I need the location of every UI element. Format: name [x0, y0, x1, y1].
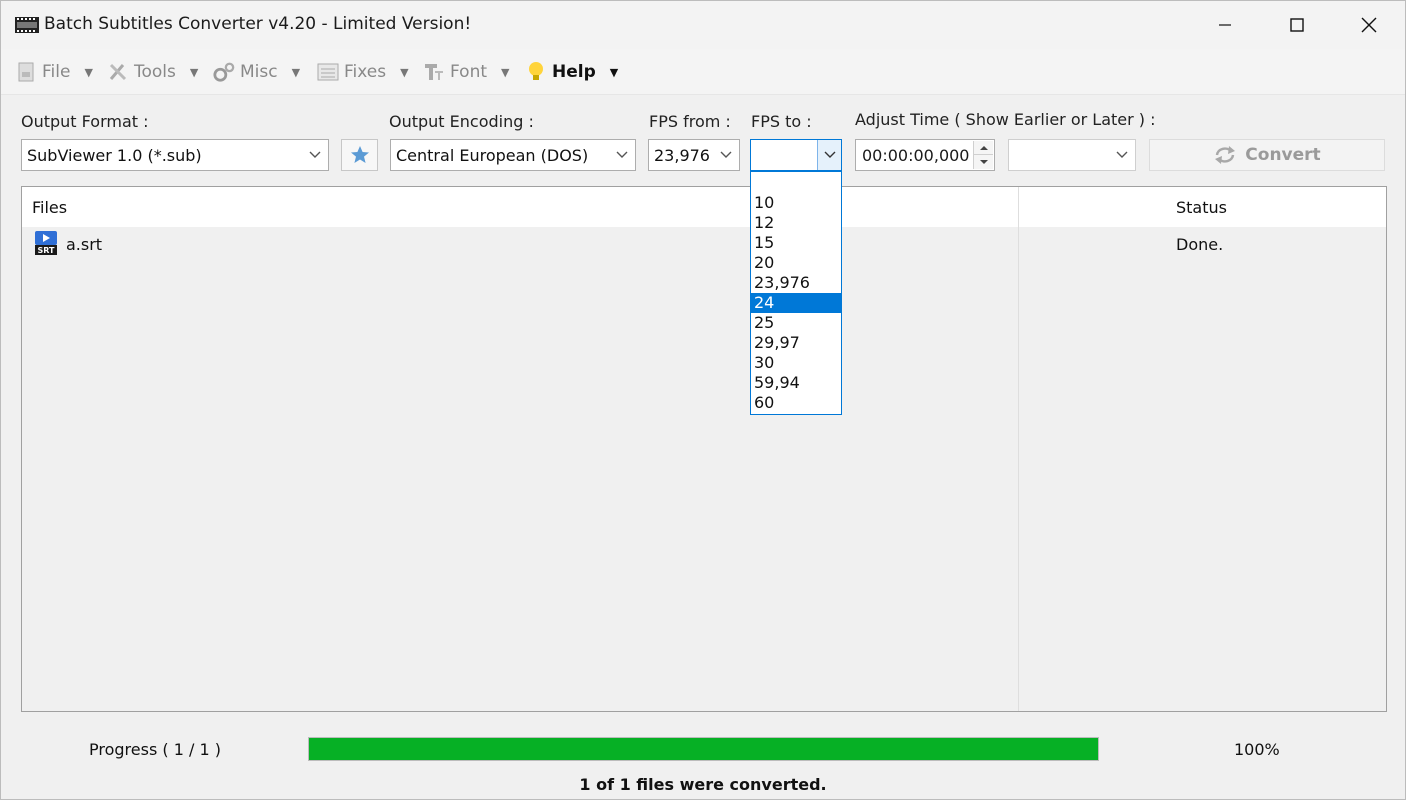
title-bar: Batch Subtitles Converter v4.20 - Limite…: [1, 1, 1405, 49]
menu-fixes-label: Fixes: [344, 62, 387, 82]
convert-arrows-icon: [1213, 145, 1237, 165]
menu-tools[interactable]: Tools ▼: [107, 59, 198, 85]
menu-misc-label: Misc: [240, 62, 278, 82]
window-title: Batch Subtitles Converter v4.20 - Limite…: [44, 14, 472, 34]
maximize-icon: [1290, 18, 1304, 32]
spin-buttons: [973, 141, 993, 169]
adjust-time-label: Adjust Time ( Show Earlier or Later ) :: [855, 110, 1156, 129]
progress-percent: 100%: [1234, 740, 1280, 759]
fps-from-select[interactable]: 23,976: [648, 139, 740, 171]
spin-up-button[interactable]: [974, 141, 993, 155]
menu-bar: File ▼ Tools ▼ Misc ▼ Fixes ▼ Font ▼ Hel…: [1, 49, 1405, 95]
output-encoding-label: Output Encoding :: [389, 112, 534, 131]
film-strip-icon: [15, 17, 39, 33]
menu-misc[interactable]: Misc ▼: [213, 59, 300, 85]
chevron-down-icon: ▼: [189, 65, 199, 79]
file-name: a.srt: [66, 235, 103, 254]
fps-option[interactable]: 15: [751, 233, 841, 253]
spin-down-button[interactable]: [974, 155, 993, 169]
column-header-files[interactable]: Files: [32, 198, 67, 217]
fps-option[interactable]: 60: [751, 393, 841, 413]
minimize-button[interactable]: [1189, 1, 1261, 49]
chevron-down-icon: ▼: [84, 65, 93, 79]
adjust-time-unit-select[interactable]: [1008, 139, 1136, 171]
font-icon: [423, 61, 445, 83]
output-encoding-value: Central European (DOS): [396, 145, 589, 165]
progress-bar: [308, 737, 1099, 761]
fps-option[interactable]: 59,94: [751, 373, 841, 393]
adjust-time-value: 00:00:00,000: [862, 145, 970, 165]
output-format-value: SubViewer 1.0 (*.sub): [27, 145, 202, 165]
column-divider: [1018, 187, 1019, 711]
status-message: 1 of 1 files were converted.: [579, 775, 827, 794]
minimize-icon: [1219, 24, 1231, 26]
fps-option[interactable]: 30: [751, 353, 841, 373]
fps-option[interactable]: 29,97: [751, 333, 841, 353]
adjust-time-input[interactable]: 00:00:00,000: [855, 139, 995, 171]
svg-text:SRT: SRT: [37, 246, 55, 255]
convert-label: Convert: [1245, 145, 1321, 165]
app-window: Batch Subtitles Converter v4.20 - Limite…: [0, 0, 1406, 800]
chevron-down-icon: ▼: [400, 65, 409, 79]
menu-help[interactable]: Help ▼: [525, 59, 618, 85]
menu-font-label: Font: [450, 62, 488, 82]
table-row[interactable]: SRT a.srt Done.: [22, 228, 1386, 258]
progress-bar-fill: [309, 738, 1098, 760]
menu-fixes[interactable]: Fixes ▼: [317, 59, 409, 85]
fps-to-dropdown-button[interactable]: [817, 140, 841, 170]
fps-option[interactable]: 24: [751, 293, 841, 313]
convert-button[interactable]: Convert: [1149, 139, 1385, 171]
chevron-down-icon: ▼: [501, 65, 510, 79]
caret-up-icon: [979, 145, 988, 150]
fps-to-select[interactable]: [750, 139, 842, 171]
file-icon: [15, 61, 37, 83]
chevron-down-icon: [720, 151, 732, 158]
menu-file[interactable]: File ▼: [15, 59, 93, 85]
fps-to-label: FPS to :: [751, 112, 812, 131]
fps-to-dropdown-list[interactable]: 10 12 15 20 23,976 24 25 29,97 30 59,94 60: [750, 171, 842, 415]
output-format-select[interactable]: SubViewer 1.0 (*.sub): [21, 139, 329, 171]
menu-file-label: File: [42, 62, 71, 82]
list-icon: [317, 61, 339, 83]
gears-icon: [213, 61, 235, 83]
lightbulb-icon: [525, 61, 547, 83]
chevron-down-icon: [1116, 151, 1128, 158]
close-icon: [1361, 17, 1377, 33]
maximize-button[interactable]: [1261, 1, 1333, 49]
chevron-down-icon: ▼: [609, 65, 619, 79]
close-button[interactable]: [1333, 1, 1405, 49]
file-status: Done.: [1176, 235, 1224, 254]
output-format-label: Output Format :: [21, 112, 149, 131]
column-header-status[interactable]: Status: [1176, 198, 1227, 217]
favorite-button[interactable]: [341, 139, 378, 171]
fps-from-value: 23,976: [654, 145, 710, 165]
fps-option[interactable]: 12: [751, 213, 841, 233]
caret-down-icon: [979, 160, 988, 164]
output-encoding-select[interactable]: Central European (DOS): [390, 139, 636, 171]
chevron-down-icon: [824, 151, 836, 158]
progress-label: Progress ( 1 / 1 ): [89, 740, 221, 759]
star-icon: [350, 146, 369, 163]
menu-help-label: Help: [552, 62, 596, 82]
fps-option[interactable]: 20: [751, 253, 841, 273]
fps-option[interactable]: 23,976: [751, 273, 841, 293]
fps-option[interactable]: [751, 172, 841, 193]
files-list-header: Files Status: [22, 187, 1386, 227]
fps-from-label: FPS from :: [649, 112, 731, 131]
chevron-down-icon: [616, 151, 628, 158]
fps-option[interactable]: 10: [751, 193, 841, 213]
files-list[interactable]: Files Status SRT a.srt Done.: [21, 186, 1387, 712]
tools-icon: [107, 61, 129, 83]
fps-option[interactable]: 25: [751, 313, 841, 333]
chevron-down-icon: [309, 151, 321, 158]
srt-file-icon: SRT: [35, 231, 57, 255]
menu-font[interactable]: Font ▼: [423, 59, 509, 85]
chevron-down-icon: ▼: [291, 65, 301, 79]
menu-tools-label: Tools: [134, 62, 176, 82]
